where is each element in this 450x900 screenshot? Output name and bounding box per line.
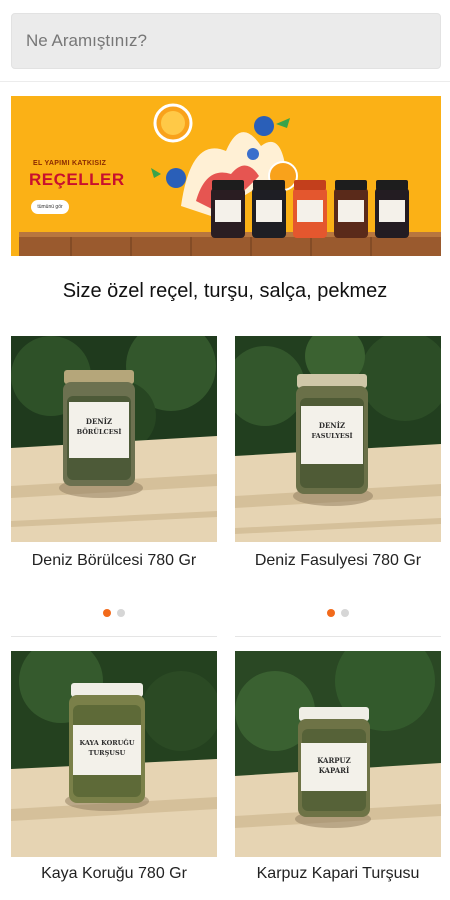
search-box[interactable] xyxy=(11,13,441,69)
carousel-dots xyxy=(11,604,217,622)
carousel-dot[interactable] xyxy=(341,609,349,617)
carousel-dot[interactable] xyxy=(117,609,125,617)
product-image[interactable]: KAYA KORUĞU TURŞUSU xyxy=(11,651,217,857)
product-card[interactable]: KAYA KORUĞU TURŞUSU Kaya Koruğu 780 Gr xyxy=(11,651,217,882)
product-name[interactable]: Deniz Fasulyesi 780 Gr xyxy=(229,552,447,570)
divider xyxy=(11,636,217,637)
product-card[interactable]: DENİZ FASULYESİ Deniz Fasulyesi 780 Gr xyxy=(235,336,441,617)
banner-button[interactable]: tümünü gör xyxy=(31,200,69,214)
carousel-dots xyxy=(235,604,441,622)
section-heading: Size özel reçel, turşu, salça, pekmez xyxy=(62,280,388,302)
search-input[interactable] xyxy=(12,14,440,68)
jar-label-line-1: DENİZ xyxy=(319,421,345,430)
banner-title: REÇELLER xyxy=(29,170,125,189)
search-bar xyxy=(0,0,450,82)
product-image[interactable]: DENİZ FASULYESİ xyxy=(235,336,441,542)
jar-label-line-2: TURŞUSU xyxy=(89,749,126,757)
promo-banner[interactable]: EL YAPIMI KATKISIZ REÇELLER tümünü gör xyxy=(11,96,441,256)
carousel-dot-active[interactable] xyxy=(103,609,111,617)
product-image[interactable]: KARPUZ KAPARİ xyxy=(235,651,441,857)
jar-label-line-2: FASULYESİ xyxy=(311,431,352,440)
jar-label-line-2: BÖRÜLCESİ xyxy=(77,427,122,436)
product-name[interactable]: Deniz Börülcesi 780 Gr xyxy=(5,552,223,570)
product-card[interactable]: KARPUZ KAPARİ Karpuz Kapari Turşusu xyxy=(235,651,441,882)
product-image[interactable]: DENİZ BÖRÜLCESİ xyxy=(11,336,217,542)
carousel-dot-active[interactable] xyxy=(327,609,335,617)
jar-label-line-1: DENİZ xyxy=(86,417,112,426)
banner-subtitle: EL YAPIMI KATKISIZ xyxy=(33,160,107,167)
divider xyxy=(235,636,441,637)
product-card[interactable]: DENİZ BÖRÜLCESİ Deniz Börülcesi 780 Gr xyxy=(11,336,217,617)
jar-label-line-1: KAYA KORUĞU xyxy=(79,738,134,747)
jar-label-line-2: KAPARİ xyxy=(319,766,350,775)
jar-label-line-1: KARPUZ xyxy=(317,756,351,765)
product-name[interactable]: Kaya Koruğu 780 Gr xyxy=(5,865,223,883)
product-name[interactable]: Karpuz Kapari Turşusu xyxy=(229,865,447,883)
